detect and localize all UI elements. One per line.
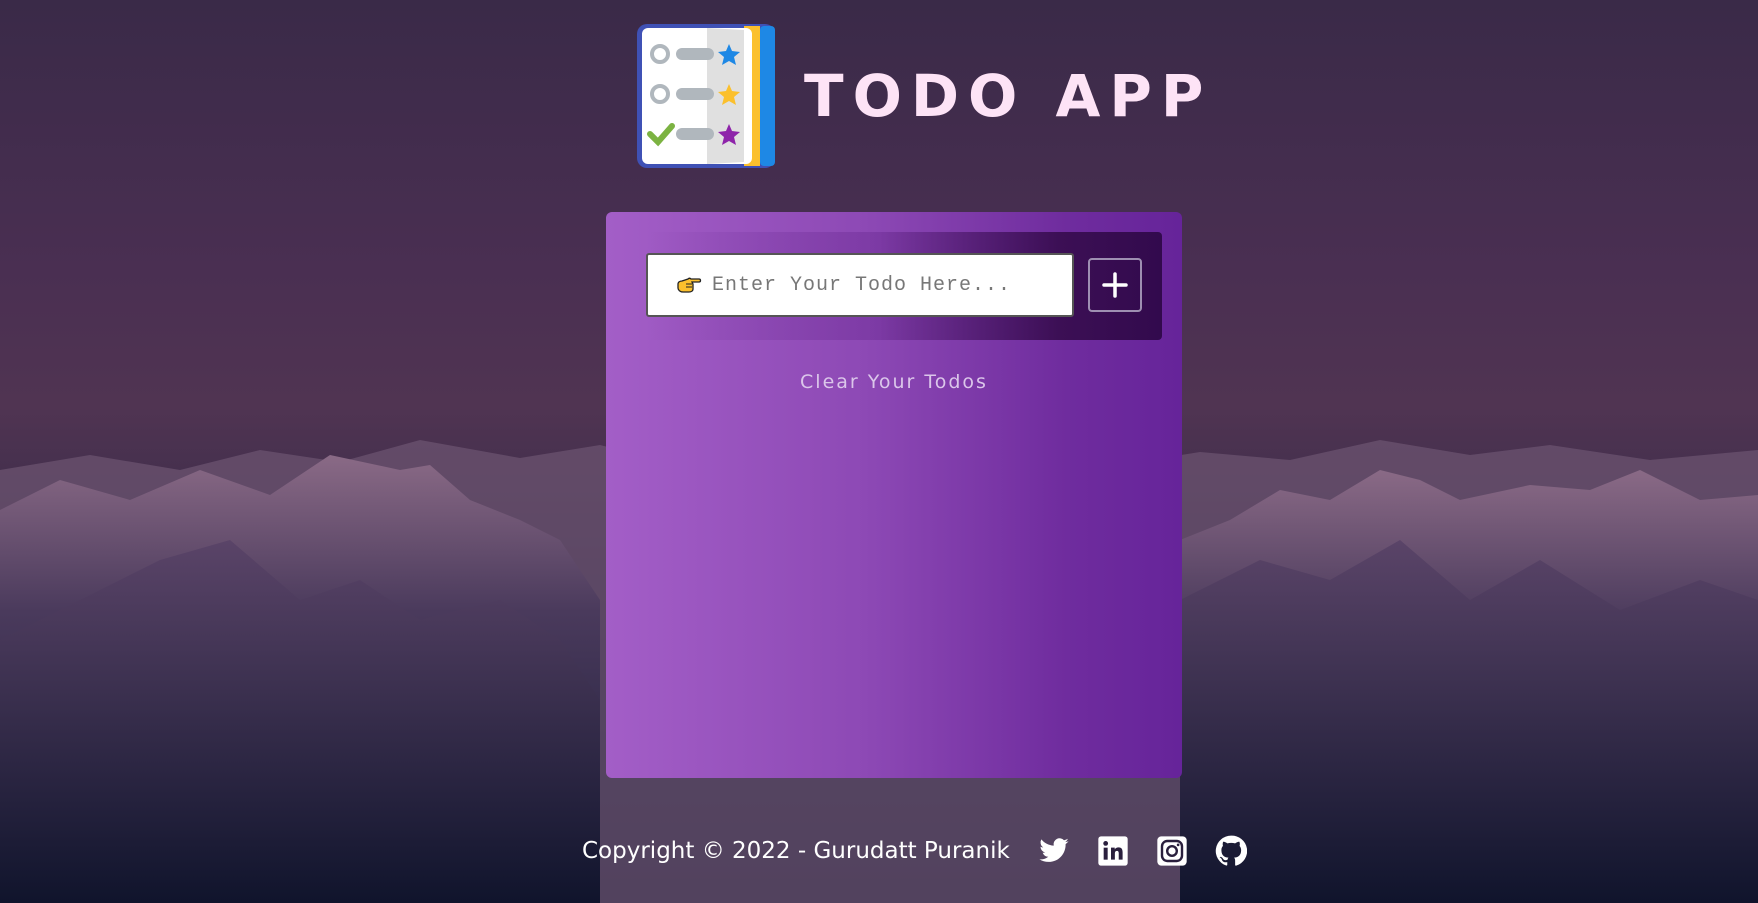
linkedin-icon [1098, 836, 1128, 866]
copyright-text: Copyright © 2022 - Gurudatt Puranik [582, 838, 1010, 864]
linkedin-link[interactable] [1097, 835, 1129, 867]
twitter-link[interactable] [1038, 835, 1070, 867]
github-icon [1215, 835, 1247, 866]
todo-list-logo-icon [637, 24, 775, 168]
add-todo-button[interactable] [1088, 258, 1142, 312]
todo-input-row [646, 232, 1162, 340]
todo-input[interactable] [710, 272, 1054, 298]
footer: Copyright © 2022 - Gurudatt Puranik [582, 835, 1274, 867]
social-links [1038, 835, 1274, 867]
twitter-icon [1039, 838, 1069, 862]
plus-icon [1102, 272, 1128, 298]
clear-todos-button[interactable]: Clear Your Todos [606, 371, 1182, 393]
pointing-hand-icon [677, 277, 702, 293]
instagram-icon [1157, 836, 1187, 866]
todo-input-wrapper[interactable] [646, 253, 1074, 317]
github-link[interactable] [1215, 835, 1247, 867]
app-header: TODO APP [632, 20, 1212, 172]
todo-card: Clear Your Todos [606, 212, 1182, 778]
instagram-link[interactable] [1156, 835, 1188, 867]
app-title: TODO APP [804, 62, 1213, 130]
